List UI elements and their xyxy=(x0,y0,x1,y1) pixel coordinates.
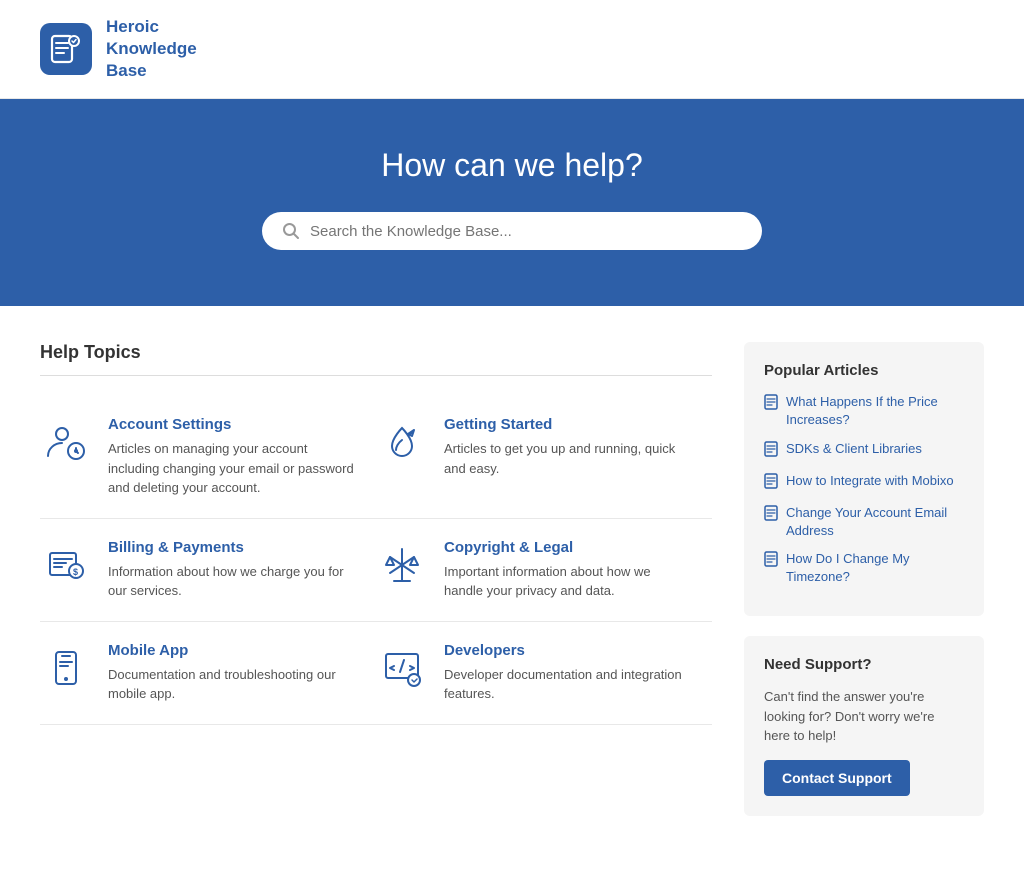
topic-row-2: $ Billing & Payments Information about h… xyxy=(40,519,712,622)
billing-icon: $ xyxy=(40,539,92,591)
billing-text: Billing & Payments Information about how… xyxy=(108,539,356,601)
hero-title: How can we help? xyxy=(40,147,984,184)
search-bar xyxy=(262,212,762,250)
legal-icon xyxy=(376,539,428,591)
article-link-2: SDKs & Client Libraries xyxy=(786,440,922,458)
mobile-desc: Documentation and troubleshooting our mo… xyxy=(108,665,356,704)
account-settings-desc: Articles on managing your account includ… xyxy=(108,439,356,498)
need-support-title: Need Support? xyxy=(764,656,964,673)
help-topics-title: Help Topics xyxy=(40,342,712,363)
need-support-card: Need Support? Can't find the answer you'… xyxy=(744,636,984,816)
topic-row-1: Account Settings Articles on managing yo… xyxy=(40,396,712,519)
contact-support-button[interactable]: Contact Support xyxy=(764,760,910,796)
developers-icon xyxy=(376,642,428,694)
main-content: Help Topics Account xyxy=(0,306,1024,872)
article-item-1[interactable]: What Happens If the Price Increases? xyxy=(764,393,964,429)
topic-item-developers[interactable]: Developers Developer documentation and i… xyxy=(376,622,712,725)
mobile-title: Mobile App xyxy=(108,642,356,659)
popular-articles-card: Popular Articles What Happens If the Pri… xyxy=(744,342,984,616)
topic-item-legal[interactable]: Copyright & Legal Important information … xyxy=(376,519,712,622)
developers-text: Developers Developer documentation and i… xyxy=(444,642,692,704)
article-icon xyxy=(764,441,778,462)
popular-articles-title: Popular Articles xyxy=(764,362,964,379)
legal-desc: Important information about how we handl… xyxy=(444,562,692,601)
billing-desc: Information about how we charge you for … xyxy=(108,562,356,601)
article-link-4: Change Your Account Email Address xyxy=(786,504,964,540)
article-icon xyxy=(764,394,778,415)
legal-text: Copyright & Legal Important information … xyxy=(444,539,692,601)
mobile-icon xyxy=(40,642,92,694)
svg-text:$: $ xyxy=(73,567,78,577)
article-item-2[interactable]: SDKs & Client Libraries xyxy=(764,440,964,462)
getting-started-text: Getting Started Articles to get you up a… xyxy=(444,416,692,478)
developers-title: Developers xyxy=(444,642,692,659)
article-item-4[interactable]: Change Your Account Email Address xyxy=(764,504,964,540)
article-icon xyxy=(764,473,778,494)
developers-desc: Developer documentation and integration … xyxy=(444,665,692,704)
article-icon xyxy=(764,505,778,526)
account-settings-title: Account Settings xyxy=(108,416,356,433)
topic-item-billing[interactable]: $ Billing & Payments Information about h… xyxy=(40,519,376,622)
getting-started-icon xyxy=(376,416,428,468)
getting-started-desc: Articles to get you up and running, quic… xyxy=(444,439,692,478)
article-item-5[interactable]: How Do I Change My Timezone? xyxy=(764,550,964,586)
account-settings-icon xyxy=(40,416,92,468)
article-link-3: How to Integrate with Mobixo xyxy=(786,472,954,490)
article-item-3[interactable]: How to Integrate with Mobixo xyxy=(764,472,964,494)
support-description: Can't find the answer you're looking for… xyxy=(764,687,964,746)
search-input[interactable] xyxy=(310,223,742,240)
search-icon xyxy=(282,222,300,240)
billing-title: Billing & Payments xyxy=(108,539,356,556)
hero-section: How can we help? xyxy=(0,99,1024,306)
topic-row-3: Mobile App Documentation and troubleshoo… xyxy=(40,622,712,725)
getting-started-title: Getting Started xyxy=(444,416,692,433)
topic-item-mobile[interactable]: Mobile App Documentation and troubleshoo… xyxy=(40,622,376,725)
topic-item-account-settings[interactable]: Account Settings Articles on managing yo… xyxy=(40,396,376,519)
article-link-5: How Do I Change My Timezone? xyxy=(786,550,964,586)
mobile-text: Mobile App Documentation and troubleshoo… xyxy=(108,642,356,704)
logo-icon xyxy=(40,23,92,75)
article-icon xyxy=(764,551,778,572)
article-link-1: What Happens If the Price Increases? xyxy=(786,393,964,429)
site-header: Heroic Knowledge Base xyxy=(0,0,1024,99)
help-topics-section: Help Topics Account xyxy=(40,342,712,836)
brand-name: Heroic Knowledge Base xyxy=(106,16,197,82)
sidebar: Popular Articles What Happens If the Pri… xyxy=(744,342,984,836)
article-list: What Happens If the Price Increases? SDK… xyxy=(764,393,964,586)
legal-title: Copyright & Legal xyxy=(444,539,692,556)
topic-item-getting-started[interactable]: Getting Started Articles to get you up a… xyxy=(376,396,712,519)
section-divider xyxy=(40,375,712,376)
topic-grid: Account Settings Articles on managing yo… xyxy=(40,396,712,725)
account-settings-text: Account Settings Articles on managing yo… xyxy=(108,416,356,498)
